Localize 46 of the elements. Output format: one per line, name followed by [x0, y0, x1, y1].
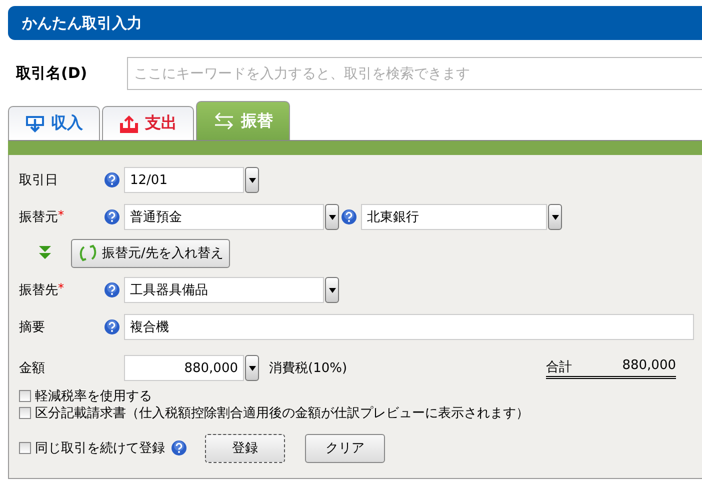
caret-icon	[328, 288, 336, 292]
help-icon[interactable]	[104, 209, 120, 225]
field-label: 摘要	[19, 319, 46, 336]
account-select[interactable]: 工具器具備品	[124, 277, 324, 303]
field-label: 取引名(D)	[14, 64, 88, 83]
checkbox[interactable]: 軽減税率を使用する	[19, 387, 702, 404]
help-icon[interactable]	[104, 282, 120, 298]
help-icon[interactable]	[104, 319, 120, 335]
help-icon[interactable]	[171, 440, 187, 456]
page-title: かんたん取引入力	[8, 6, 702, 40]
help-icon[interactable]	[341, 209, 357, 225]
search-field[interactable]: ここにキーワードを入力すると、取引を検索できます	[127, 57, 702, 90]
bank-select[interactable]: 北東銀行	[361, 204, 547, 230]
caret-icon	[552, 214, 558, 220]
account-select[interactable]: 普通預金	[124, 204, 324, 230]
download-icon	[25, 114, 45, 132]
tax-label: 消費税(10%)	[269, 360, 348, 377]
total-label: 合計	[546, 358, 572, 376]
down-arrows-icon	[39, 246, 51, 260]
dropdown-button[interactable]	[245, 167, 259, 193]
memo-field[interactable]: 複合機	[124, 314, 694, 340]
field-label: 振替元*	[19, 208, 65, 226]
swap-arrows-icon	[78, 244, 98, 262]
date-field[interactable]: 12/01	[124, 167, 244, 193]
checkbox[interactable]: 区分記載請求書（仕入税額控除割合適用後の金額が仕訳プレビューに表示されます）	[19, 404, 702, 421]
total-value: 880,000	[622, 358, 676, 374]
clear-button[interactable]: クリア	[305, 434, 385, 462]
caret-icon	[328, 214, 336, 220]
field-label: 金額	[19, 360, 46, 377]
tab[interactable]: 支出	[102, 106, 194, 140]
dropdown-button[interactable]	[325, 277, 339, 303]
checkbox[interactable]: 同じ取引を続けて登録	[19, 440, 165, 456]
caret-icon	[248, 366, 256, 370]
field-label: 振替先*	[19, 281, 65, 299]
register-button[interactable]: 登録	[205, 434, 285, 462]
help-icon[interactable]	[104, 172, 120, 188]
caret-icon	[248, 178, 256, 182]
dropdown-button[interactable]	[245, 355, 259, 381]
swap-arrows-icon	[213, 112, 235, 130]
swap-button[interactable]: 振替元/先を入れ替え	[71, 238, 230, 268]
amount-field[interactable]: 880,000	[124, 355, 244, 381]
tab[interactable]: 収入	[8, 106, 100, 140]
field-label: 取引日	[19, 172, 59, 189]
dropdown-button[interactable]	[548, 204, 562, 230]
dropdown-button[interactable]	[325, 204, 339, 230]
upload-icon	[119, 114, 139, 132]
